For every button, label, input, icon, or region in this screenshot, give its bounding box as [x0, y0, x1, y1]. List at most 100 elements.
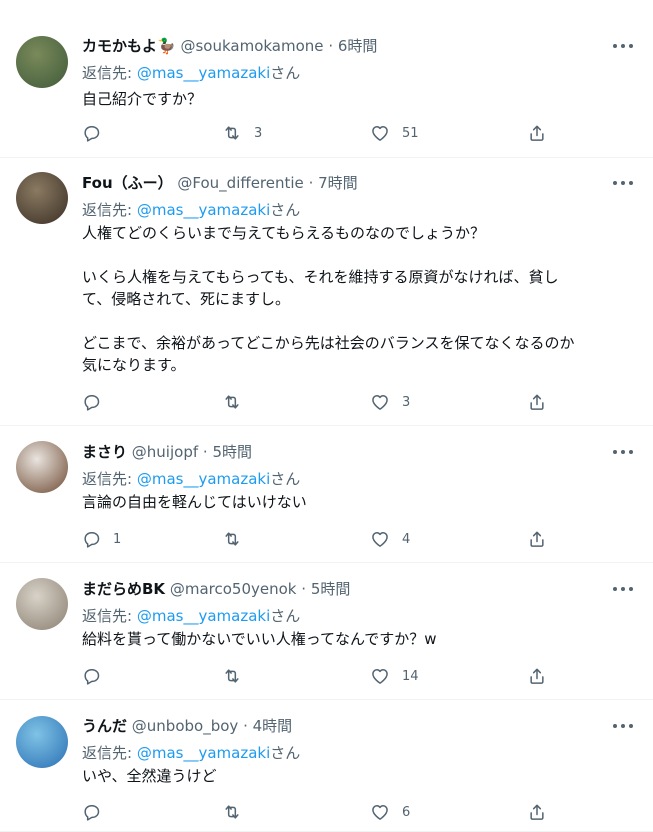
- reply-button[interactable]: [81, 390, 113, 414]
- like-button[interactable]: 14: [370, 664, 419, 688]
- tweet-actions: 3 51: [0, 121, 653, 145]
- share-button[interactable]: [527, 121, 547, 145]
- timestamp[interactable]: 5時間: [311, 580, 351, 598]
- like-button[interactable]: 6: [370, 800, 410, 824]
- user-handle[interactable]: @huijopf: [132, 443, 198, 461]
- more-options-icon[interactable]: [613, 36, 633, 56]
- separator-dot: ·: [328, 37, 334, 55]
- retweet-icon: [222, 123, 242, 143]
- timestamp[interactable]: 7時間: [318, 174, 358, 192]
- reply-icon: [81, 802, 101, 822]
- reply-prefix: 返信先:: [82, 607, 133, 625]
- name-emoji: 🦆: [157, 37, 176, 55]
- share-button[interactable]: [527, 527, 547, 551]
- user-handle[interactable]: @Fou_differentie: [177, 174, 303, 192]
- reply-prefix: 返信先:: [82, 201, 133, 219]
- replying-to: 返信先: @mas__yamazakiさん: [82, 63, 300, 83]
- reply-tweet[interactable]: うんだ @unbobo_boy · 4時間 返信先: @mas__yamazak…: [0, 700, 653, 832]
- tweet-paragraph: 言論の自由を軽んじてはいけない: [82, 493, 307, 511]
- reply-mention-link[interactable]: @mas__yamazaki: [137, 744, 270, 762]
- reply-tweet[interactable]: まだらめBK @marco50yenok · 5時間 返信先: @mas__ya…: [0, 563, 653, 700]
- like-button[interactable]: 51: [370, 121, 419, 145]
- reply-suffix: さん: [270, 607, 301, 625]
- separator-dot: ·: [308, 174, 314, 192]
- retweet-icon: [222, 666, 242, 686]
- display-name[interactable]: まだらめBK: [82, 580, 165, 598]
- reply-count: 1: [113, 531, 122, 547]
- avatar[interactable]: [16, 578, 68, 630]
- display-name[interactable]: カモかもよ: [82, 37, 157, 55]
- reply-button[interactable]: 1: [81, 527, 121, 551]
- display-name[interactable]: うんだ: [82, 717, 127, 735]
- reply-icon: [81, 123, 101, 143]
- avatar[interactable]: [16, 36, 68, 88]
- user-handle[interactable]: @soukamokamone: [180, 37, 323, 55]
- replying-to: 返信先: @mas__yamazakiさん: [82, 200, 300, 220]
- timestamp[interactable]: 6時間: [338, 37, 378, 55]
- reply-mention-link[interactable]: @mas__yamazaki: [137, 64, 270, 82]
- retweet-button[interactable]: [222, 800, 254, 824]
- reply-mention-link[interactable]: @mas__yamazaki: [137, 470, 270, 488]
- tweet-text: 給料を貰って働かないでいい人権ってなんですか？w: [82, 628, 637, 650]
- reply-tweet[interactable]: まさり @huijopf · 5時間 返信先: @mas__yamazakiさん…: [0, 426, 653, 563]
- like-icon: [370, 392, 390, 412]
- reply-suffix: さん: [270, 744, 301, 762]
- like-count: 51: [402, 125, 419, 141]
- tweet-paragraph: 自己紹介ですか？: [82, 90, 203, 108]
- avatar[interactable]: [16, 716, 68, 768]
- more-options-icon[interactable]: [613, 173, 633, 193]
- user-handle[interactable]: @marco50yenok: [170, 580, 297, 598]
- separator-dot: ·: [243, 717, 248, 735]
- share-button[interactable]: [527, 390, 547, 414]
- reply-button[interactable]: [81, 121, 113, 145]
- retweet-button[interactable]: 3: [222, 121, 262, 145]
- display-name[interactable]: Fou（ふー）: [82, 174, 173, 192]
- retweet-icon: [222, 529, 242, 549]
- tweet-paragraph: 給料を貰って働かないでいい人権ってなんですか？w: [82, 630, 437, 648]
- more-options-icon[interactable]: [613, 716, 633, 736]
- tweet-text: 自己紹介ですか？: [82, 88, 637, 110]
- reply-button[interactable]: [81, 664, 113, 688]
- timestamp[interactable]: 5時間: [212, 443, 252, 461]
- more-options-icon[interactable]: [613, 442, 633, 462]
- reply-prefix: 返信先:: [82, 744, 133, 762]
- tweet-paragraph: どこまで、余裕があってどこから先は社会のバランスを保てなくなるのか 気になります…: [82, 334, 575, 374]
- reply-tweet[interactable]: Fou（ふー） @Fou_differentie · 7時間 返信先: @mas…: [0, 158, 653, 426]
- retweet-icon: [222, 802, 242, 822]
- like-count: 6: [402, 804, 411, 820]
- like-count: 3: [402, 394, 411, 410]
- tweet-paragraph: いくら人権を与えてもらっても、それを維持する原資がなければ、貧し て、侵略されて…: [82, 268, 559, 308]
- reply-icon: [81, 529, 101, 549]
- tweet-text: 言論の自由を軽んじてはいけない: [82, 491, 637, 513]
- like-button[interactable]: 4: [370, 527, 410, 551]
- avatar[interactable]: [16, 172, 68, 224]
- more-options-icon[interactable]: [613, 579, 633, 599]
- retweet-icon: [222, 392, 242, 412]
- like-count: 4: [402, 531, 411, 547]
- share-button[interactable]: [527, 800, 547, 824]
- like-icon: [370, 666, 390, 686]
- display-name[interactable]: まさり: [82, 443, 127, 461]
- avatar[interactable]: [16, 441, 68, 493]
- replying-to: 返信先: @mas__yamazakiさん: [82, 606, 300, 626]
- reply-button[interactable]: [81, 800, 113, 824]
- like-button[interactable]: 3: [370, 390, 410, 414]
- retweet-button[interactable]: [222, 527, 254, 551]
- timestamp[interactable]: 4時間: [253, 717, 293, 735]
- retweet-button[interactable]: [222, 664, 254, 688]
- tweet-text: 人権てどのくらいまで与えてもらえるものなのでしょうか？ いくら人権を与えてもらって…: [82, 222, 637, 376]
- reply-mention-link[interactable]: @mas__yamazaki: [137, 201, 270, 219]
- like-icon: [370, 529, 390, 549]
- tweet-paragraph: いや、全然違うけど: [82, 767, 217, 785]
- reply-mention-link[interactable]: @mas__yamazaki: [137, 607, 270, 625]
- reply-tweet[interactable]: カモかもよ🦆 @soukamokamone · 6時間 返信先: @mas__y…: [0, 0, 653, 158]
- replying-to: 返信先: @mas__yamazakiさん: [82, 743, 300, 763]
- retweet-count: 3: [254, 125, 263, 141]
- tweet-paragraph: 人権てどのくらいまで与えてもらえるものなのでしょうか？: [82, 224, 486, 242]
- separator-dot: ·: [301, 580, 307, 598]
- tweet-text: いや、全然違うけど: [82, 765, 637, 787]
- user-handle[interactable]: @unbobo_boy: [132, 717, 239, 735]
- tweet-actions: 14: [0, 664, 653, 688]
- retweet-button[interactable]: [222, 390, 254, 414]
- share-button[interactable]: [527, 664, 547, 688]
